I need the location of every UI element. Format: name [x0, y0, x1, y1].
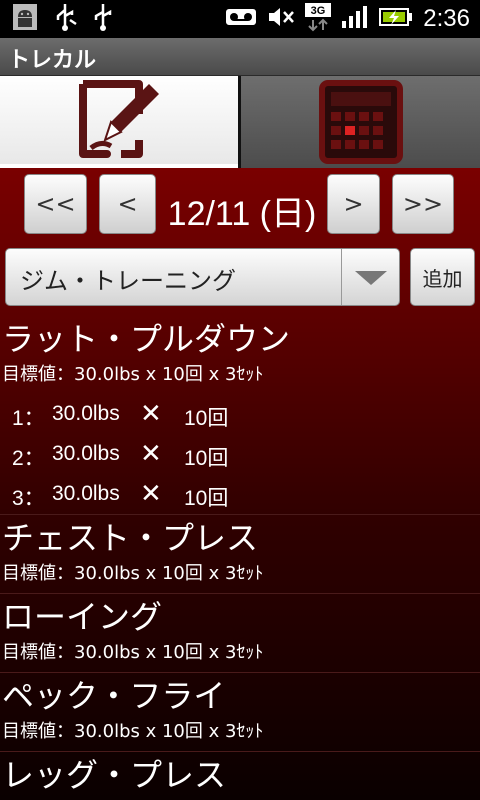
exercise-target: 目標値：30.0lbs x 10回 x 3ｾｯﾄ	[2, 364, 264, 385]
set-weight: 30.0lbs	[52, 442, 120, 465]
set-weight: 30.0lbs	[52, 402, 120, 425]
add-button[interactable]: 追加	[410, 248, 475, 306]
multiply-icon: ✕	[140, 478, 162, 508]
category-dropdown[interactable]: ジム・トレーニング	[5, 248, 400, 306]
set-reps: 10回	[184, 447, 229, 470]
voicemail-icon	[225, 7, 257, 31]
exercise-item[interactable]: ペック・フライ 目標値：30.0lbs x 10回 x 3ｾｯﾄ	[0, 673, 480, 752]
set-weight: 30.0lbs	[52, 482, 120, 505]
exercise-name: ラット・プルダウン	[2, 320, 291, 358]
signal-icon	[341, 5, 369, 33]
current-date: 12/11 (日)	[167, 195, 317, 233]
exercise-target: 目標値：30.0lbs x 10回 x 3ｾｯﾄ	[2, 721, 264, 742]
exercise-item[interactable]: ラット・プルダウン 目標値：30.0lbs x 10回 x 3ｾｯﾄ 1： 30…	[0, 316, 480, 515]
3g-icon: 3G	[305, 2, 332, 36]
prev-day-button[interactable]: <	[99, 174, 156, 234]
exercise-list: ラット・プルダウン 目標値：30.0lbs x 10回 x 3ｾｯﾄ 1： 30…	[0, 316, 480, 796]
set-row[interactable]: 2： 30.0lbs ✕ 10回	[2, 434, 480, 474]
set-row[interactable]: 3： 30.0lbs ✕ 10回	[2, 474, 480, 514]
next-day-button[interactable]: >	[327, 174, 380, 234]
dropdown-toggle[interactable]	[341, 249, 399, 305]
network-label: 3G	[311, 5, 326, 17]
usb-icon	[92, 2, 114, 36]
exercise-item[interactable]: チェスト・プレス 目標値：30.0lbs x 10回 x 3ｾｯﾄ	[0, 515, 480, 594]
exercise-target: 目標値：30.0lbs x 10回 x 3ｾｯﾄ	[2, 642, 264, 663]
android-icon	[12, 3, 38, 35]
multiply-icon: ✕	[140, 398, 162, 428]
set-number: 1：	[12, 407, 45, 430]
chevron-down-icon	[355, 271, 387, 285]
clock: 2:36	[423, 5, 470, 32]
exercise-name: レッグ・プレス	[2, 756, 227, 794]
multiply-icon: ✕	[140, 438, 162, 468]
category-row: ジム・トレーニング 追加	[0, 246, 480, 308]
exercise-item[interactable]: レッグ・プレス	[0, 752, 480, 796]
tab-bar	[0, 76, 480, 168]
exercise-name: ローイング	[2, 598, 163, 636]
status-bar: 3G 2:36	[0, 0, 480, 38]
set-number: 3：	[12, 487, 45, 510]
next-week-button[interactable]: >>	[392, 174, 454, 234]
set-row[interactable]: 1： 30.0lbs ✕ 10回	[2, 394, 480, 434]
prev-week-button[interactable]: <<	[24, 174, 87, 234]
mute-icon	[267, 6, 295, 32]
battery-charging-icon	[379, 6, 413, 32]
usb-icon	[52, 2, 78, 36]
tab-input[interactable]	[0, 76, 238, 168]
exercise-name: ペック・フライ	[2, 677, 226, 715]
title-bar: トレカル	[0, 38, 480, 76]
set-reps: 10回	[184, 407, 229, 430]
set-number: 2：	[12, 447, 45, 470]
category-selected: ジム・トレーニング	[20, 267, 236, 295]
main-content: << < 12/11 (日) > >> ジム・トレーニング 追加 ラット・プルダ…	[0, 168, 480, 800]
date-navigation: << < 12/11 (日) > >>	[0, 172, 480, 236]
exercise-name: チェスト・プレス	[2, 519, 259, 557]
exercise-target: 目標値：30.0lbs x 10回 x 3ｾｯﾄ	[2, 563, 264, 584]
app-title: トレカル	[8, 48, 97, 73]
tab-calendar[interactable]	[241, 76, 480, 168]
exercise-item[interactable]: ローイング 目標値：30.0lbs x 10回 x 3ｾｯﾄ	[0, 594, 480, 673]
set-reps: 10回	[184, 487, 229, 510]
